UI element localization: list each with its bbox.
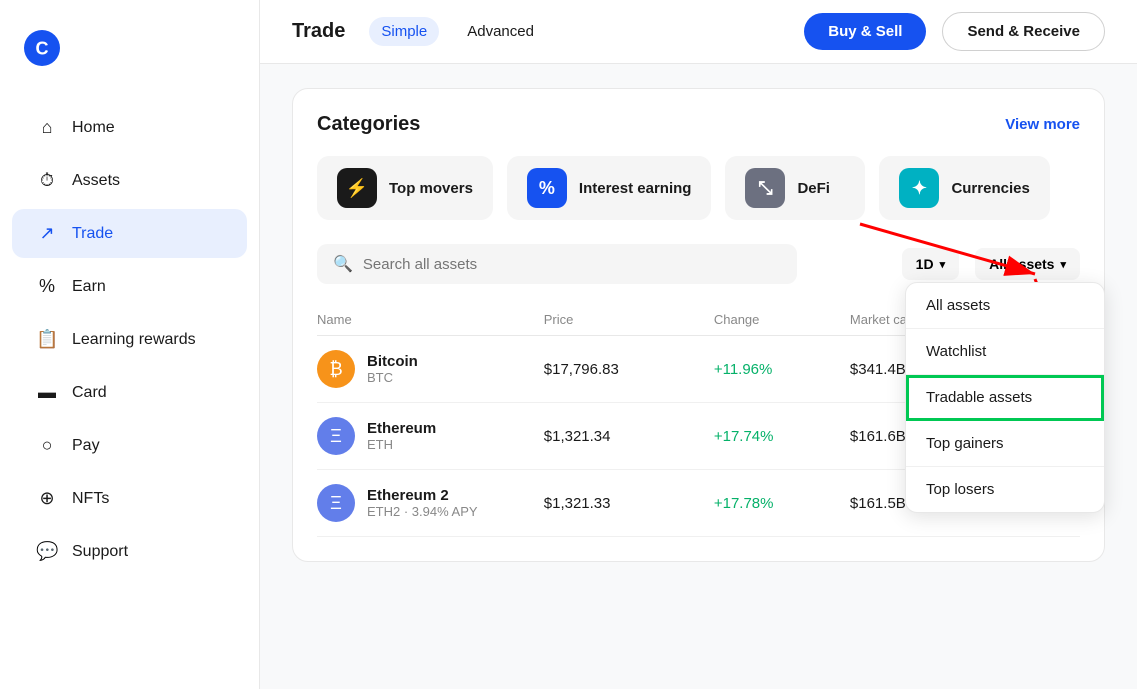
categories-title: Categories — [317, 113, 420, 136]
sidebar-item-label: Earn — [72, 278, 106, 296]
defi-icon: ⤡ — [745, 168, 785, 208]
asset-info-bitcoin[interactable]: ₿ Bitcoin BTC — [317, 350, 544, 388]
assets-dropdown: All assets Watchlist Tradable assets Top… — [905, 282, 1105, 513]
asset-name: Ethereum 2 — [367, 487, 478, 504]
page-title: Trade — [292, 20, 345, 43]
sidebar-item-label: Learning rewards — [72, 331, 196, 349]
assets-filter-label: All assets — [989, 256, 1054, 272]
categories-header: Categories View more — [317, 113, 1080, 136]
price-cell: $1,321.33 — [544, 495, 714, 512]
sidebar-item-home[interactable]: ⌂ Home — [12, 103, 247, 152]
asset-info-ethereum[interactable]: Ξ Ethereum ETH — [317, 417, 544, 455]
send-receive-button[interactable]: Send & Receive — [942, 12, 1105, 51]
sidebar-item-label: Trade — [72, 225, 113, 243]
dropdown-item-all-assets[interactable]: All assets — [906, 283, 1104, 329]
price-cell: $17,796.83 — [544, 361, 714, 378]
category-label: DeFi — [797, 180, 830, 197]
sidebar-item-assets[interactable]: ⏱ Assets — [12, 156, 247, 205]
dropdown-item-top-gainers[interactable]: Top gainers — [906, 421, 1104, 467]
sidebar-item-label: Home — [72, 119, 115, 137]
sidebar-item-card[interactable]: ▬ Card — [12, 368, 247, 417]
search-input[interactable] — [363, 256, 781, 273]
col-name: Name — [317, 312, 544, 327]
category-currencies[interactable]: ✦ Currencies — [879, 156, 1049, 220]
ethereum-icon: Ξ — [317, 417, 355, 455]
sidebar-item-label: NFTs — [72, 490, 109, 508]
content-area: Categories View more ⚡ Top movers % Inte… — [260, 64, 1137, 689]
pay-icon: ○ — [36, 435, 58, 456]
search-icon: 🔍 — [333, 254, 353, 274]
col-change: Change — [714, 312, 850, 327]
category-interest-earning[interactable]: % Interest earning — [507, 156, 712, 220]
asset-name: Bitcoin — [367, 353, 418, 370]
asset-ticker: ETH — [367, 437, 436, 452]
sidebar-item-trade[interactable]: ↗ Trade — [12, 209, 247, 258]
sidebar-item-label: Pay — [72, 437, 100, 455]
support-icon: 💬 — [36, 541, 58, 562]
category-label: Currencies — [951, 180, 1029, 197]
sidebar-item-pay[interactable]: ○ Pay — [12, 421, 247, 470]
dropdown-item-top-losers[interactable]: Top losers — [906, 467, 1104, 512]
dropdown-item-tradable-assets[interactable]: Tradable assets — [906, 375, 1104, 421]
trade-icon: ↗ — [36, 223, 58, 244]
currencies-icon: ✦ — [899, 168, 939, 208]
change-cell: +17.78% — [714, 495, 850, 512]
main-content: Trade Simple Advanced Buy & Sell Send & … — [260, 0, 1137, 689]
category-defi[interactable]: ⤡ DeFi — [725, 156, 865, 220]
period-filter[interactable]: 1D ▾ — [902, 248, 959, 280]
asset-ticker: ETH2 · 3.94% APY — [367, 504, 478, 519]
bitcoin-icon: ₿ — [317, 350, 355, 388]
asset-ticker: BTC — [367, 370, 418, 385]
assets-icon: ⏱ — [36, 170, 58, 191]
ethereum2-icon: Ξ — [317, 484, 355, 522]
price-cell: $1,321.34 — [544, 428, 714, 445]
category-label: Top movers — [389, 180, 473, 197]
logo: C — [0, 20, 259, 101]
chevron-down-icon: ▾ — [940, 258, 946, 271]
category-top-movers[interactable]: ⚡ Top movers — [317, 156, 493, 220]
asset-name: Ethereum — [367, 420, 436, 437]
view-more-link[interactable]: View more — [1005, 116, 1080, 133]
sidebar: C ⌂ Home ⏱ Assets ↗ Trade % Earn 📋 Learn… — [0, 0, 260, 689]
learning-icon: 📋 — [36, 329, 58, 350]
svg-text:C: C — [36, 38, 49, 58]
sidebar-item-support[interactable]: 💬 Support — [12, 527, 247, 576]
asset-info-ethereum2[interactable]: Ξ Ethereum 2 ETH2 · 3.94% APY — [317, 484, 544, 522]
header: Trade Simple Advanced Buy & Sell Send & … — [260, 0, 1137, 64]
search-box[interactable]: 🔍 — [317, 244, 797, 284]
col-price: Price — [544, 312, 714, 327]
interest-earning-icon: % — [527, 168, 567, 208]
sidebar-item-learning[interactable]: 📋 Learning rewards — [12, 315, 247, 364]
sidebar-item-label: Support — [72, 543, 128, 561]
assets-filter[interactable]: All assets ▾ — [975, 248, 1080, 280]
sidebar-item-label: Assets — [72, 172, 120, 190]
change-cell: +11.96% — [714, 361, 850, 378]
change-cell: +17.74% — [714, 428, 850, 445]
home-icon: ⌂ — [36, 117, 58, 138]
period-value: 1D — [916, 256, 934, 272]
category-label: Interest earning — [579, 180, 692, 197]
top-movers-icon: ⚡ — [337, 168, 377, 208]
chevron-down-icon: ▾ — [1060, 258, 1066, 271]
dropdown-item-watchlist[interactable]: Watchlist — [906, 329, 1104, 375]
tab-simple[interactable]: Simple — [369, 17, 439, 46]
tab-advanced[interactable]: Advanced — [455, 17, 546, 46]
search-filter-row: 🔍 1D ▾ All assets ▾ — [317, 244, 1080, 284]
earn-icon: % — [36, 276, 58, 297]
sidebar-item-earn[interactable]: % Earn — [12, 262, 247, 311]
buy-sell-button[interactable]: Buy & Sell — [804, 13, 926, 50]
category-pills: ⚡ Top movers % Interest earning ⤡ DeFi ✦… — [317, 156, 1080, 220]
nfts-icon: ⊕ — [36, 488, 58, 509]
card-icon: ▬ — [36, 382, 58, 403]
sidebar-item-nfts[interactable]: ⊕ NFTs — [12, 474, 247, 523]
sidebar-item-label: Card — [72, 384, 107, 402]
